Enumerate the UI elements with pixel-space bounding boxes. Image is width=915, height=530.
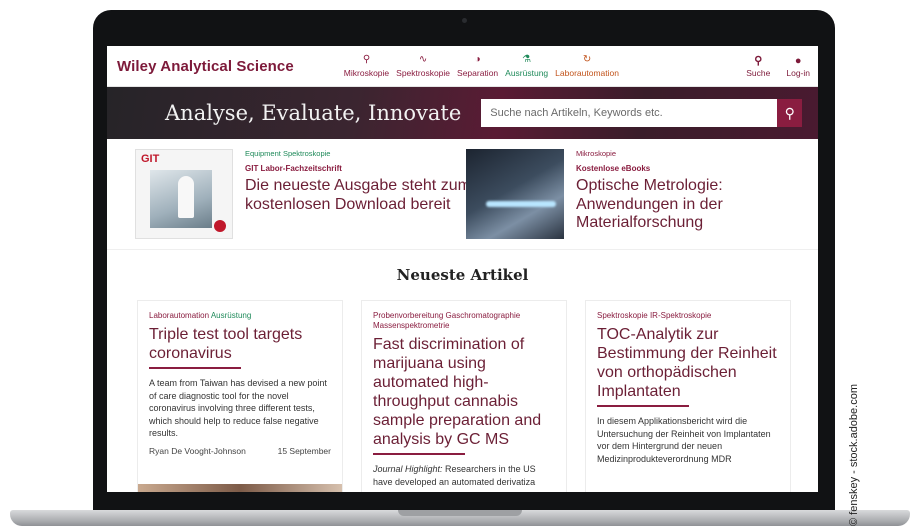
article-meta: Ryan De Vooght-Johnson 15 September	[149, 446, 331, 456]
nav-item-spektroskopie[interactable]: ∿ Spektroskopie	[396, 54, 450, 78]
search-submit-button[interactable]: ⚲	[777, 99, 803, 127]
site-logo[interactable]: Wiley Analytical Science	[117, 58, 294, 75]
article-category[interactable]: Laborautomation	[149, 311, 209, 320]
article-category[interactable]: Spektroskopie	[597, 311, 648, 320]
laptop-base	[10, 510, 910, 526]
section-title: Neueste Artikel	[396, 266, 529, 284]
article-category[interactable]: IR-Spektroskopie	[650, 311, 711, 320]
promo-category[interactable]: Equipment Spektroskopie	[245, 149, 475, 158]
search-icon: ⚲	[754, 54, 763, 67]
article-category[interactable]: Massenspektrometrie	[373, 321, 449, 330]
article-card[interactable]: Probenvorbereitung Gaschromatographie Ma…	[361, 300, 567, 492]
article-card[interactable]: Spektroskopie IR-Spektroskopie TOC-Analy…	[585, 300, 791, 492]
article-teaser: Journal Highlight: Researchers in the US…	[373, 463, 555, 488]
article-category[interactable]: Ausrüstung	[211, 311, 251, 320]
article-teaser: A team from Taiwan has devised a new poi…	[149, 378, 327, 438]
laptop-notch	[398, 510, 522, 516]
lab-equipment-image[interactable]	[466, 149, 564, 239]
promo-item[interactable]: Mikroskopie Kostenlose eBooks Optische M…	[466, 149, 806, 249]
search-icon: ⚲	[784, 104, 795, 121]
article-teaser: In diesem Applikationsbericht wird die U…	[597, 416, 771, 464]
hero-banner: Analyse, Evaluate, Innovate ⚲	[107, 87, 818, 139]
promo-headline[interactable]: Die neueste Ausgabe steht zum kostenlose…	[245, 177, 475, 214]
login-label: Log-in	[786, 67, 810, 78]
nav-label: Spektroskopie	[396, 68, 451, 78]
article-categories: Spektroskopie IR-Spektroskopie	[597, 311, 779, 321]
header-actions: ⚲ Suche ● Log-in	[746, 55, 810, 78]
promo-strip: GIT Equipment Spektroskopie GIT Labor-Fa…	[107, 139, 818, 250]
search-label: Suche	[746, 67, 771, 78]
lab-light	[486, 201, 556, 207]
photo-credit: © fenskey - stock.adobe.com	[848, 383, 860, 526]
article-title[interactable]: Fast discrimination of marijuana using a…	[373, 335, 555, 449]
magazine-cover-image[interactable]: GIT	[135, 149, 233, 239]
flask-icon: ⚗	[522, 54, 532, 65]
article-cards: Laborautomation Ausrüstung Triple test t…	[107, 300, 818, 492]
article-title[interactable]: Triple test tool targets coronavirus	[149, 325, 331, 363]
hero-tagline: Analyse, Evaluate, Innovate	[165, 101, 462, 125]
promo-text: Equipment Spektroskopie GIT Labor-Fachze…	[233, 149, 475, 249]
main-nav: ⚲ Mikroskopie ∿ Spektroskopie ◑ Separati…	[344, 54, 619, 78]
article-card[interactable]: Laborautomation Ausrüstung Triple test t…	[137, 300, 343, 492]
nav-item-mikroskopie[interactable]: ⚲ Mikroskopie	[344, 54, 389, 78]
nav-label: Separation	[457, 68, 499, 78]
promo-text: Mikroskopie Kostenlose eBooks Optische M…	[564, 149, 806, 249]
magazine-logo: GIT	[141, 153, 160, 165]
user-icon: ●	[794, 54, 802, 67]
nav-label: Laborautomation	[555, 68, 619, 78]
microscope-icon: ⚲	[362, 54, 371, 65]
title-underline	[149, 367, 241, 369]
article-author: Ryan De Vooght-Johnson	[149, 445, 246, 456]
browser-screen: Wiley Analytical Science ⚲ Mikroskopie ∿…	[107, 46, 818, 492]
article-category[interactable]: Gaschromatographie	[446, 311, 521, 320]
title-underline	[597, 405, 689, 407]
search-input[interactable]	[481, 99, 778, 127]
refresh-icon: ↻	[582, 54, 592, 65]
promo-kicker: GIT Labor-Fachzeitschrift	[245, 164, 342, 173]
nav-item-ausruestung[interactable]: ⚗ Ausrüstung	[505, 54, 548, 78]
promo-headline[interactable]: Optische Metrologie: Anwendungen in der …	[576, 177, 806, 233]
article-title[interactable]: TOC-Analytik zur Bestimmung der Reinheit…	[597, 325, 779, 401]
article-category[interactable]: Probenvorbereitung	[373, 311, 443, 320]
magazine-figure	[178, 176, 194, 218]
magazine-badge	[214, 220, 226, 232]
site-header: Wiley Analytical Science ⚲ Mikroskopie ∿…	[107, 46, 818, 87]
nav-label: Ausrüstung	[505, 68, 549, 78]
webcam	[462, 18, 467, 23]
login-button[interactable]: ● Log-in	[786, 55, 810, 78]
promo-item[interactable]: GIT Equipment Spektroskopie GIT Labor-Fa…	[135, 149, 475, 249]
article-categories: Probenvorbereitung Gaschromatographie Ma…	[373, 311, 555, 331]
promo-kicker: Kostenlose eBooks	[576, 164, 651, 173]
wave-icon: ∿	[418, 54, 428, 65]
promo-category[interactable]: Mikroskopie	[576, 149, 806, 158]
nav-item-separation[interactable]: ◑ Separation	[457, 54, 498, 78]
search-button[interactable]: ⚲ Suche	[746, 55, 770, 78]
article-categories: Laborautomation Ausrüstung	[149, 311, 331, 321]
separation-icon: ◑	[474, 54, 481, 65]
article-date: 15 September	[277, 445, 331, 456]
nav-item-laborautomation[interactable]: ↻ Laborautomation	[555, 54, 619, 78]
article-image[interactable]	[138, 484, 342, 492]
journal-highlight-label: Journal Highlight:	[373, 464, 443, 474]
title-underline	[373, 453, 465, 455]
nav-label: Mikroskopie	[343, 68, 390, 78]
